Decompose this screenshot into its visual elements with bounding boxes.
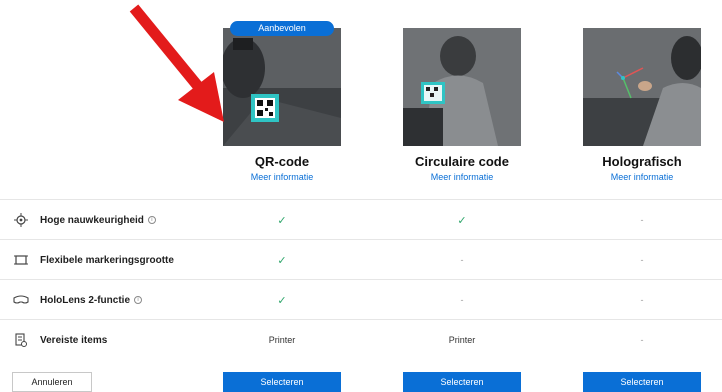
check-icon: ✓: [277, 254, 287, 267]
select-button-qr-code[interactable]: Selecteren: [223, 372, 341, 392]
target-icon: [12, 213, 30, 227]
recommended-badge: Aanbevolen: [230, 21, 334, 36]
option-title-qr-code: QR-code: [254, 154, 310, 169]
dash-value: -: [640, 255, 644, 265]
more-info-link-circular-code[interactable]: Meer informatie: [387, 172, 537, 182]
cancel-button[interactable]: Annuleren: [12, 372, 92, 392]
more-info-link-holographic[interactable]: Meer informatie: [567, 172, 717, 182]
required-item-value: Printer: [448, 335, 476, 345]
circular-code-image: [403, 28, 521, 146]
select-button-circular-code[interactable]: Selecteren: [403, 372, 521, 392]
row-label-hololens-2-feature: HoloLens 2-functie: [40, 294, 131, 306]
row-high-accuracy: Hoge nauwkeurigheid i ✓ ✓ -: [0, 199, 722, 239]
row-required-items: Vereiste items Printer Printer -: [0, 319, 722, 359]
row-flexible-marker-size: Flexibele markeringsgrootte ✓ - -: [0, 239, 722, 279]
dash-value: -: [640, 295, 644, 305]
headset-icon: [12, 293, 30, 307]
resize-icon: [12, 253, 30, 267]
row-label-required-items: Vereiste items: [40, 334, 108, 346]
dash-value: -: [640, 215, 644, 225]
row-hololens-2-feature: HoloLens 2-functie i ✓ - -: [0, 279, 722, 319]
row-label-flexible-marker-size: Flexibele markeringsgrootte: [40, 254, 174, 266]
qr-code-image: [223, 28, 341, 146]
dash-value: -: [640, 335, 644, 345]
dash-value: -: [460, 295, 464, 305]
option-title-circular-code: Circulaire code: [415, 154, 509, 169]
red-arrow-annotation: [129, 4, 224, 122]
more-info-link-qr-code[interactable]: Meer informatie: [207, 172, 357, 182]
check-icon: ✓: [277, 294, 287, 307]
select-button-holographic[interactable]: Selecteren: [583, 372, 701, 392]
info-icon[interactable]: i: [134, 296, 143, 304]
holographic-image: [583, 28, 701, 146]
option-title-holographic: Holografisch: [602, 154, 682, 169]
checklist-icon: [12, 333, 30, 347]
required-item-value: Printer: [268, 335, 296, 345]
check-icon: ✓: [457, 214, 467, 227]
check-icon: ✓: [277, 214, 287, 227]
dash-value: -: [460, 255, 464, 265]
info-icon[interactable]: i: [147, 216, 156, 224]
row-label-high-accuracy: Hoge nauwkeurigheid: [40, 214, 144, 226]
